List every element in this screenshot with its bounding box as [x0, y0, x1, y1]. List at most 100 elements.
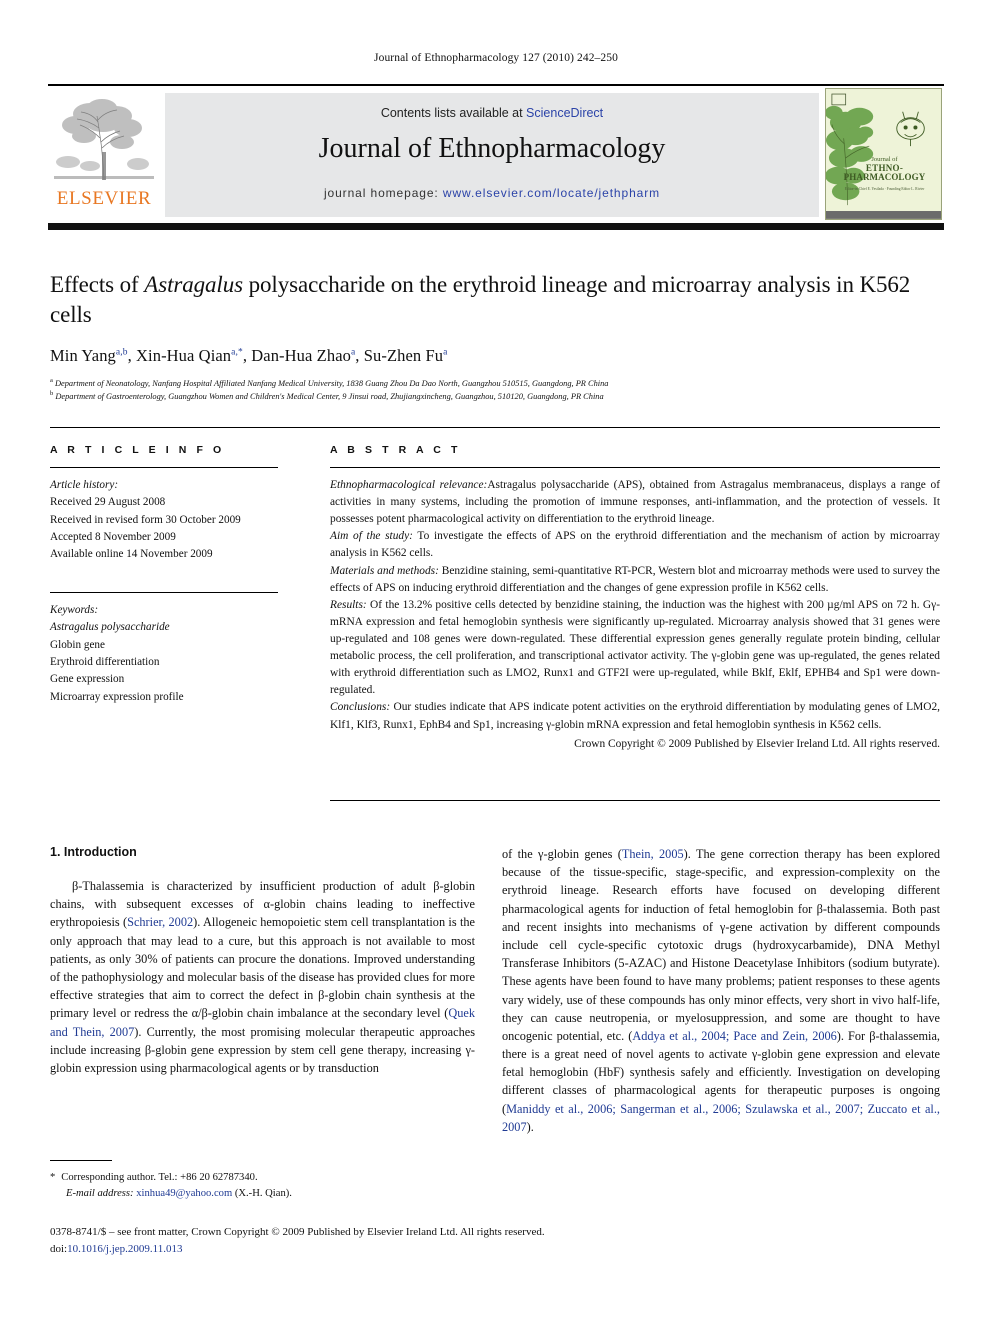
contents-prefix: Contents lists available at: [380, 106, 527, 120]
elsevier-wordmark: ELSEVIER: [56, 188, 152, 209]
abstract-section-label: Ethnopharmacological relevance:: [330, 479, 488, 491]
article-history-item: Received in revised form 30 October 2009: [50, 513, 241, 526]
journal-homepage-line: journal homepage: www.elsevier.com/locat…: [165, 186, 819, 200]
abstract-section: Conclusions: Our studies indicate that A…: [330, 699, 940, 733]
author-name: Min Yang: [50, 345, 116, 365]
masthead-bottom-rule: [48, 223, 944, 230]
affiliation-item: b Department of Gastroenterology, Guangz…: [50, 390, 940, 404]
title-part1: Effects of: [50, 272, 145, 297]
cover-subtext: Editor-in-Chief E. Yesilada · Founding E…: [844, 187, 925, 191]
keyword-item: Astragalus polysaccharide: [50, 621, 170, 634]
paper-page: Journal of Ethnopharmacology 127 (2010) …: [0, 0, 992, 1323]
journal-cover-thumbnail: Journal of ETHNO- PHARMACOLOGY Editor-in…: [825, 88, 942, 220]
citation-link[interactable]: Thein, 2005: [622, 847, 684, 861]
abstract-divider: [330, 467, 940, 468]
citation-link[interactable]: Schrier, 2002: [127, 915, 193, 929]
abstract-column: A B S T R A C T Ethnopharmacological rel…: [330, 444, 940, 753]
abstract-copyright: Crown Copyright © 2009 Published by Else…: [574, 737, 940, 750]
abstract-section-text: Of the 13.2% positive cells detected by …: [330, 598, 940, 697]
introduction-heading: 1. Introduction: [50, 845, 137, 859]
article-history-group: Article history: Received 29 August 2008…: [50, 477, 278, 564]
masthead-top-rule: [48, 84, 944, 86]
abstract-section: Aim of the study: To investigate the eff…: [330, 528, 940, 562]
email-label: E-mail address:: [66, 1187, 134, 1199]
running-head: Journal of Ethnopharmacology 127 (2010) …: [374, 52, 618, 64]
elsevier-tree-icon: [52, 93, 156, 183]
email-owner: (X.-H. Qian).: [232, 1187, 292, 1199]
article-history-item: Available online 14 November 2009: [50, 548, 213, 561]
author-separator: ,: [127, 345, 137, 365]
journal-title-band: Contents lists available at ScienceDirec…: [165, 93, 819, 217]
journal-name: Journal of Ethnopharmacology: [318, 133, 666, 164]
keyword-item: Erythroid differentiation: [50, 655, 160, 668]
corresponding-author-note: * Corresponding author. Tel.: +86 20 6278…: [50, 1170, 480, 1186]
title-genus: Astragalus: [144, 272, 243, 297]
email-link[interactable]: xinhua49@yahoo.com: [136, 1188, 232, 1199]
author-separator: ,: [355, 345, 364, 365]
intro-text: ). Allogeneic hemopoietic stem cell tran…: [50, 915, 475, 1021]
doi-line: doi:10.1016/j.jep.2009.11.013: [50, 1241, 940, 1258]
affiliation-item: a Department of Neonatology, Nanfang Hos…: [50, 377, 940, 391]
author-affil-mark: a,b: [115, 347, 128, 358]
abstract-section: Materials and methods: Benzidine stainin…: [330, 563, 940, 597]
affiliation-text: Department of Gastroenterology, Guangzho…: [55, 392, 604, 402]
author-item: Dan-Hua Zhaoa,: [251, 346, 363, 365]
author-affil-mark: a: [443, 347, 448, 358]
email-note: E-mail address: xinhua49@yahoo.com (X.-H…: [50, 1186, 480, 1202]
introduction-right-column: of the γ-globin genes (Thein, 2005). The…: [502, 845, 940, 1136]
keywords-group: Keywords: Astragalus polysaccharide Glob…: [50, 602, 278, 706]
keyword-item: Globin gene: [50, 638, 105, 651]
affiliation-mark: b: [50, 390, 54, 398]
journal-masthead: ELSEVIER Contents lists available at Sci…: [48, 84, 944, 230]
cover-journal-title: Journal of ETHNO- PHARMACOLOGY: [826, 156, 941, 183]
title-block: Effects of Astragalus polysaccharide on …: [50, 270, 940, 404]
abstract-section-text: Our studies indicate that APS indicate p…: [330, 701, 940, 731]
intro-text: ).: [526, 1119, 534, 1134]
author-item: Su-Zhen Fua: [364, 346, 448, 365]
abstract-bottom-rule: [330, 800, 940, 801]
author-list: Min Yanga,b, Xin-Hua Qiana,*, Dan-Hua Zh…: [50, 346, 940, 366]
article-history-item: Received 29 August 2008: [50, 496, 166, 509]
citation-link[interactable]: Addya et al., 2004; Pace and Zein, 2006: [632, 1029, 836, 1043]
introduction-left-column: β-Thalassemia is characterized by insuff…: [50, 877, 475, 1077]
abstract-section: Results: Of the 13.2% positive cells det…: [330, 597, 940, 700]
bottom-matter: 0378-8741/$ – see front matter, Crown Co…: [50, 1224, 940, 1258]
corresponding-author-text: Corresponding author. Tel.: +86 20 62787…: [61, 1172, 258, 1183]
intro-text: of the γ-globin genes (: [502, 847, 622, 861]
citation-link[interactable]: Maniddy et al., 2006; Sangerman et al., …: [502, 1102, 940, 1134]
author-item: Xin-Hua Qiana,*,: [136, 346, 251, 365]
abstract-section-label: Materials and methods:: [330, 564, 439, 577]
article-info-heading: A R T I C L E I N F O: [50, 444, 225, 456]
elsevier-logo: ELSEVIER: [50, 92, 158, 218]
homepage-prefix: journal homepage:: [323, 186, 443, 200]
keywords-label: Keywords:: [50, 603, 99, 616]
footnote-rule: [50, 1160, 112, 1161]
abstract-section-label: Conclusions:: [330, 701, 391, 714]
sciencedirect-link[interactable]: ScienceDirect: [526, 106, 603, 120]
keywords-divider: [50, 591, 278, 593]
article-history-label: Article history:: [50, 479, 119, 491]
journal-cover-art-icon: [826, 89, 941, 219]
author-name: Dan-Hua Zhao: [251, 345, 351, 365]
contents-available-line: Contents lists available at ScienceDirec…: [165, 106, 819, 120]
introduction-paragraph-cont: of the γ-globin genes (Thein, 2005). The…: [502, 845, 940, 1136]
keyword-item: Microarray expression profile: [50, 690, 184, 703]
abstract-section-label: Aim of the study:: [330, 530, 413, 543]
info-section-top-rule: [50, 427, 940, 428]
doi-link[interactable]: 10.1016/j.jep.2009.11.013: [67, 1243, 182, 1255]
affiliation-mark: a: [50, 376, 53, 384]
abstract-section: Ethnopharmacological relevance:Astragalu…: [330, 477, 940, 528]
article-info-divider: [50, 467, 278, 468]
abstract-heading: A B S T R A C T: [330, 444, 461, 456]
cover-title-line3: PHARMACOLOGY: [843, 172, 926, 183]
affiliation-text: Department of Neonatology, Nanfang Hospi…: [54, 378, 609, 388]
author-name: Xin-Hua Qian: [136, 345, 232, 365]
page-title: Effects of Astragalus polysaccharide on …: [50, 270, 940, 330]
intro-text: ). The gene correction therapy has been …: [502, 847, 940, 1043]
doi-label: doi:: [50, 1243, 68, 1256]
abstract-body: Ethnopharmacological relevance:Astragalu…: [330, 477, 940, 753]
homepage-url-link[interactable]: www.elsevier.com/locate/jethpharm: [443, 186, 660, 200]
introduction-paragraph: β-Thalassemia is characterized by insuff…: [50, 877, 475, 1077]
footnote-marker: *: [50, 1172, 56, 1183]
footnote-block: * Corresponding author. Tel.: +86 20 6278…: [50, 1170, 480, 1202]
